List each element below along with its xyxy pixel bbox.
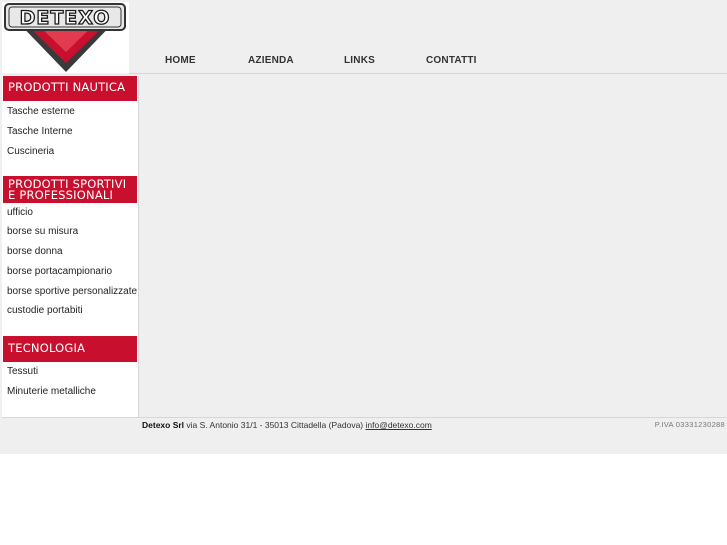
sidebar-item-cuscineria[interactable]: Cuscineria (7, 146, 54, 157)
sidebar-item-borse-donna[interactable]: borse donna (7, 246, 63, 257)
detexo-logo[interactable]: DETEXO (2, 2, 129, 73)
section-header-prodotti-sportivi: PRODOTTI SPORTIVI E PROFESSIONALI (3, 176, 137, 203)
footer-email-link[interactable]: info@detexo.com (366, 420, 432, 430)
sidebar-item-borse-su-misura[interactable]: borse su misura (7, 226, 78, 237)
nav-home[interactable]: HOME (165, 55, 196, 66)
section-header-prodotti-nautica: PRODOTTI NAUTICA (3, 76, 137, 101)
footer-address: Detexo Srl via S. Antonio 31/1 - 35013 C… (142, 420, 432, 430)
sidebar-item-minuterie-metalliche[interactable]: Minuterie metalliche (7, 386, 96, 397)
footer-company: Detexo Srl (142, 420, 185, 430)
sidebar-item-borse-portacampionario[interactable]: borse portacampionario (7, 266, 112, 277)
header-divider (129, 73, 727, 74)
sidebar-item-borse-sportive-personalizzate[interactable]: borse sportive personalizzate (7, 286, 137, 297)
sidebar-item-tasche-interne[interactable]: Tasche Interne (7, 126, 73, 137)
footer-divider (2, 417, 727, 418)
nav-azienda[interactable]: AZIENDA (248, 55, 294, 66)
sidebar: PRODOTTI NAUTICA Tasche esterne Tasche I… (2, 76, 139, 417)
nav-contatti[interactable]: CONTATTI (426, 55, 477, 66)
sidebar-item-tasche-esterne[interactable]: Tasche esterne (7, 106, 75, 117)
logo-text: DETEXO (20, 7, 111, 29)
page-background: DETEXO HOME AZIENDA LINKS CONTATTI PRODO… (0, 0, 727, 454)
footer-address-text: via S. Antonio 31/1 - 35013 Cittadella (… (184, 420, 366, 430)
nav-links[interactable]: LINKS (344, 55, 375, 66)
section-header-tecnologia: TECNOLOGIA (3, 336, 137, 362)
sidebar-item-custodie-portabiti[interactable]: custodie portabiti (7, 305, 83, 316)
sidebar-item-tessuti[interactable]: Tessuti (7, 366, 38, 377)
sidebar-item-ufficio[interactable]: ufficio (7, 207, 33, 218)
footer-vat: P.IVA 03331230288 (654, 420, 725, 429)
logo-graphic: DETEXO (4, 3, 126, 72)
